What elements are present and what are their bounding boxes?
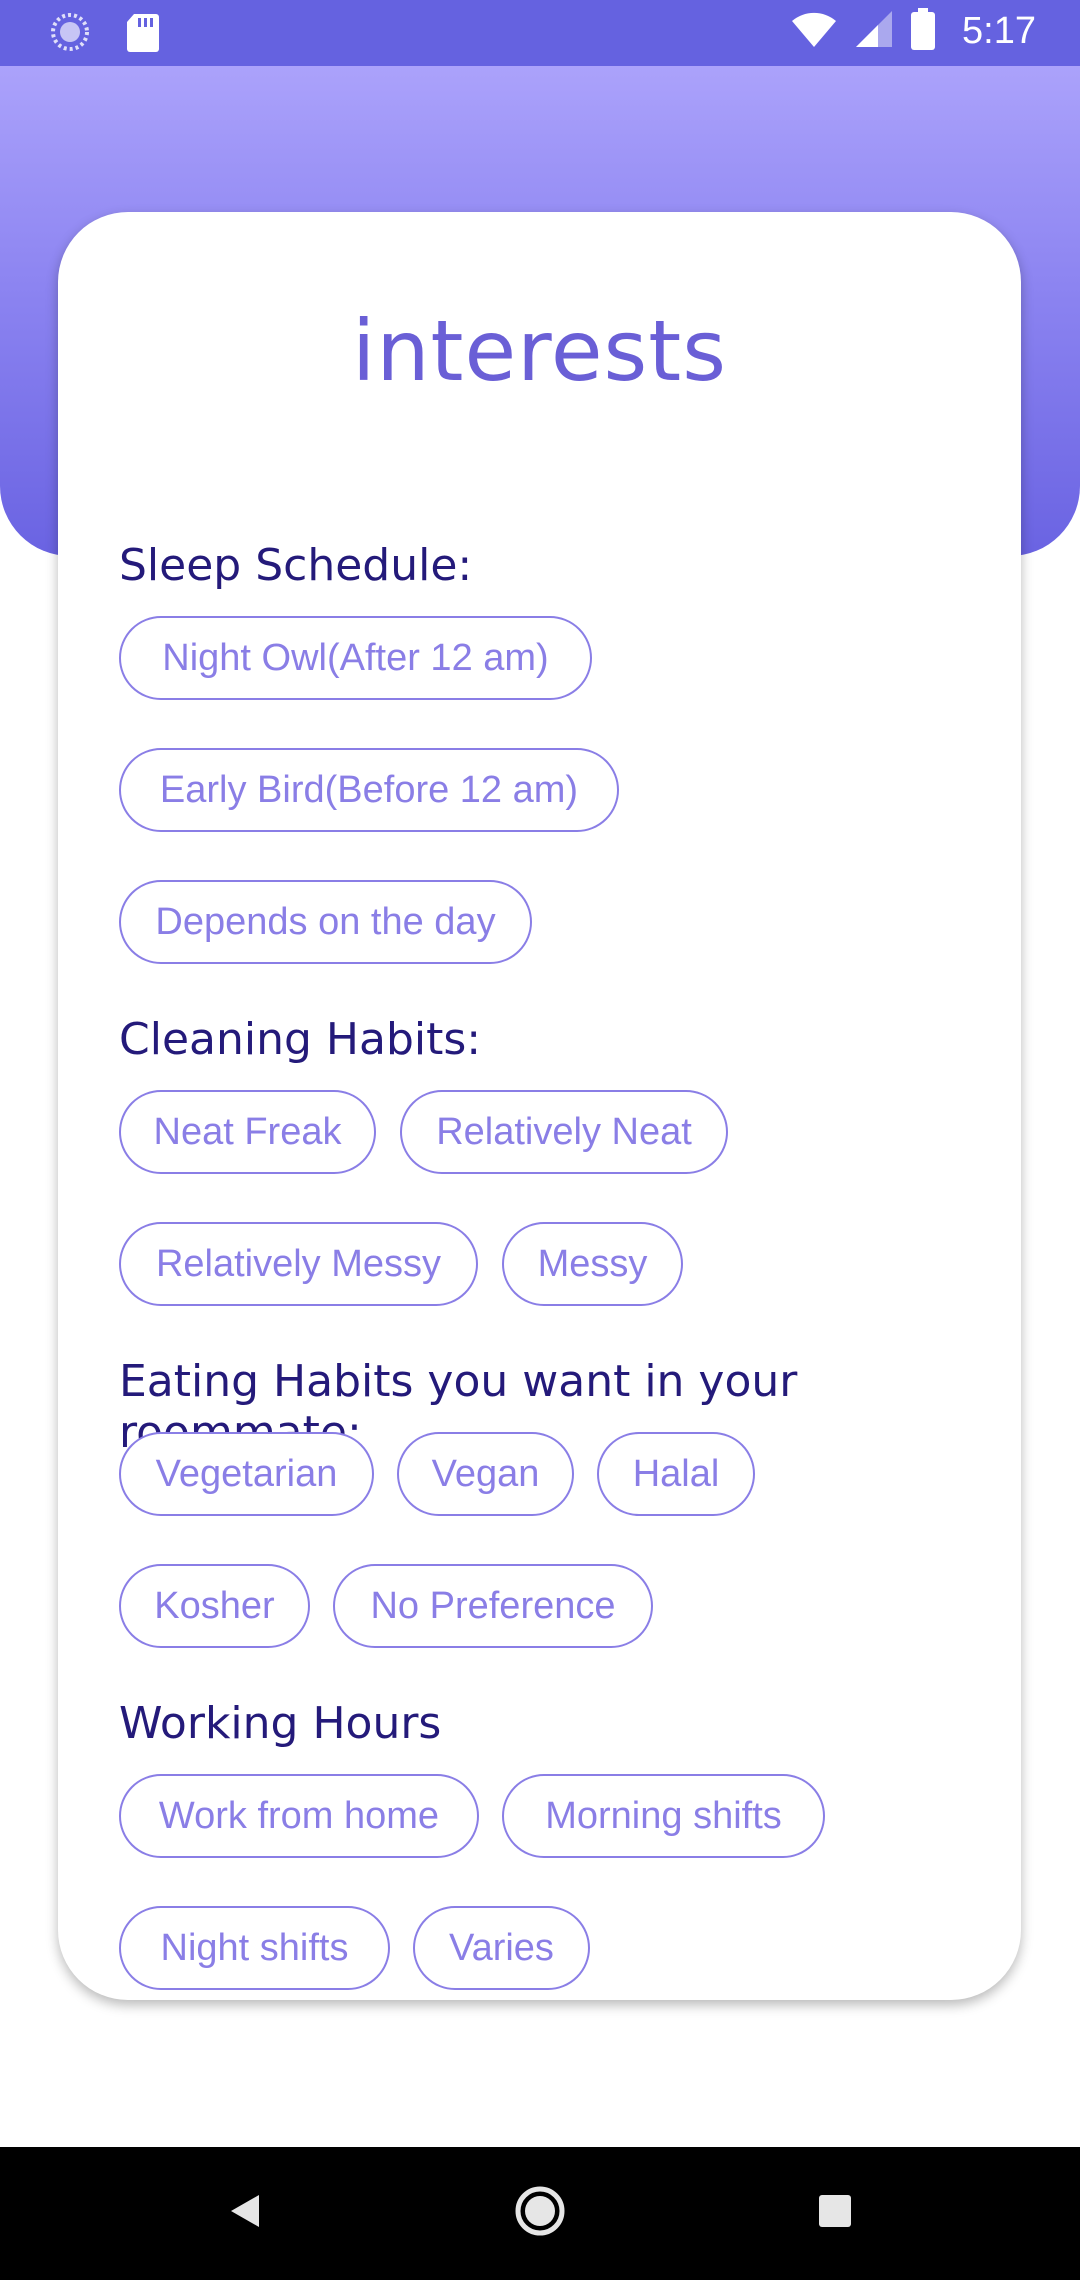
status-time: 5:17 xyxy=(962,10,1036,52)
page-title: interests xyxy=(351,302,728,400)
chip-early-bird[interactable]: Early Bird(Before 12 am) xyxy=(119,748,619,832)
chip-night-owl[interactable]: Night Owl(After 12 am) xyxy=(119,616,592,700)
wifi-icon xyxy=(790,9,838,54)
chip-work-from-home[interactable]: Work from home xyxy=(119,1774,479,1858)
sleep-schedule-heading: Sleep Schedule: xyxy=(119,540,473,591)
cellular-signal-icon xyxy=(854,9,894,54)
chip-kosher[interactable]: Kosher xyxy=(119,1564,310,1648)
recents-button[interactable] xyxy=(780,2147,890,2280)
chip-morning-shifts[interactable]: Morning shifts xyxy=(502,1774,825,1858)
home-button[interactable] xyxy=(485,2147,595,2280)
cleaning-habits-heading: Cleaning Habits: xyxy=(119,1014,482,1065)
chip-messy[interactable]: Messy xyxy=(502,1222,683,1306)
status-left-icons xyxy=(50,12,160,57)
navigation-bar xyxy=(0,2147,1080,2280)
interests-card: interests Sleep Schedule: Night Owl(Afte… xyxy=(58,212,1021,2000)
chip-depends-on-day[interactable]: Depends on the day xyxy=(119,880,532,964)
battery-icon xyxy=(910,8,936,55)
back-button[interactable] xyxy=(190,2147,300,2280)
chip-relatively-neat[interactable]: Relatively Neat xyxy=(400,1090,728,1174)
chip-night-shifts[interactable]: Night shifts xyxy=(119,1906,390,1990)
working-hours-heading: Working Hours xyxy=(119,1698,442,1749)
back-icon xyxy=(225,2191,265,2236)
chip-no-preference[interactable]: No Preference xyxy=(333,1564,653,1648)
chip-vegan[interactable]: Vegan xyxy=(397,1432,574,1516)
status-bar: 5:17 xyxy=(0,0,1080,66)
chip-vegetarian[interactable]: Vegetarian xyxy=(119,1432,374,1516)
chip-relatively-messy[interactable]: Relatively Messy xyxy=(119,1222,478,1306)
home-icon xyxy=(513,2184,567,2243)
recents-icon xyxy=(817,2193,853,2234)
sd-card-icon xyxy=(126,12,160,57)
chip-halal[interactable]: Halal xyxy=(597,1432,755,1516)
loading-icon xyxy=(50,12,90,57)
chip-neat-freak[interactable]: Neat Freak xyxy=(119,1090,376,1174)
status-right-icons: 5:17 xyxy=(790,8,1036,55)
chip-varies[interactable]: Varies xyxy=(413,1906,590,1990)
